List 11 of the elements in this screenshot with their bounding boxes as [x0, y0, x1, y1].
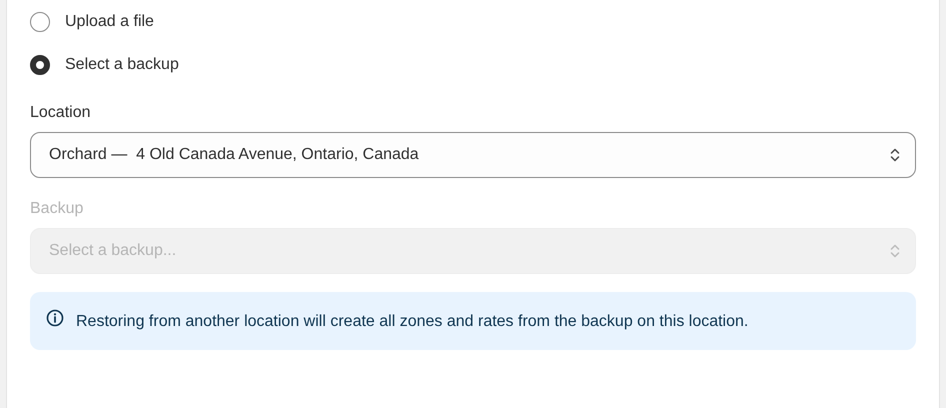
radio-button[interactable]	[30, 12, 50, 32]
chevron-updown-icon	[890, 147, 900, 163]
radio-button[interactable]	[30, 54, 50, 74]
chevron-updown-icon	[890, 243, 900, 259]
radio-option[interactable]: Upload a file	[30, 10, 916, 33]
field-label: Location	[30, 104, 92, 122]
info-icon	[46, 309, 64, 327]
radio-option[interactable]: Select a backup	[30, 53, 916, 76]
field-label: Backup	[30, 200, 84, 218]
banner-text: Restoring from another location will create all zones and rates from the backup on this location.	[76, 312, 748, 332]
select-field[interactable]: Orchard — 4 Old Canada Avenue, Ontario, Canada	[30, 132, 916, 178]
